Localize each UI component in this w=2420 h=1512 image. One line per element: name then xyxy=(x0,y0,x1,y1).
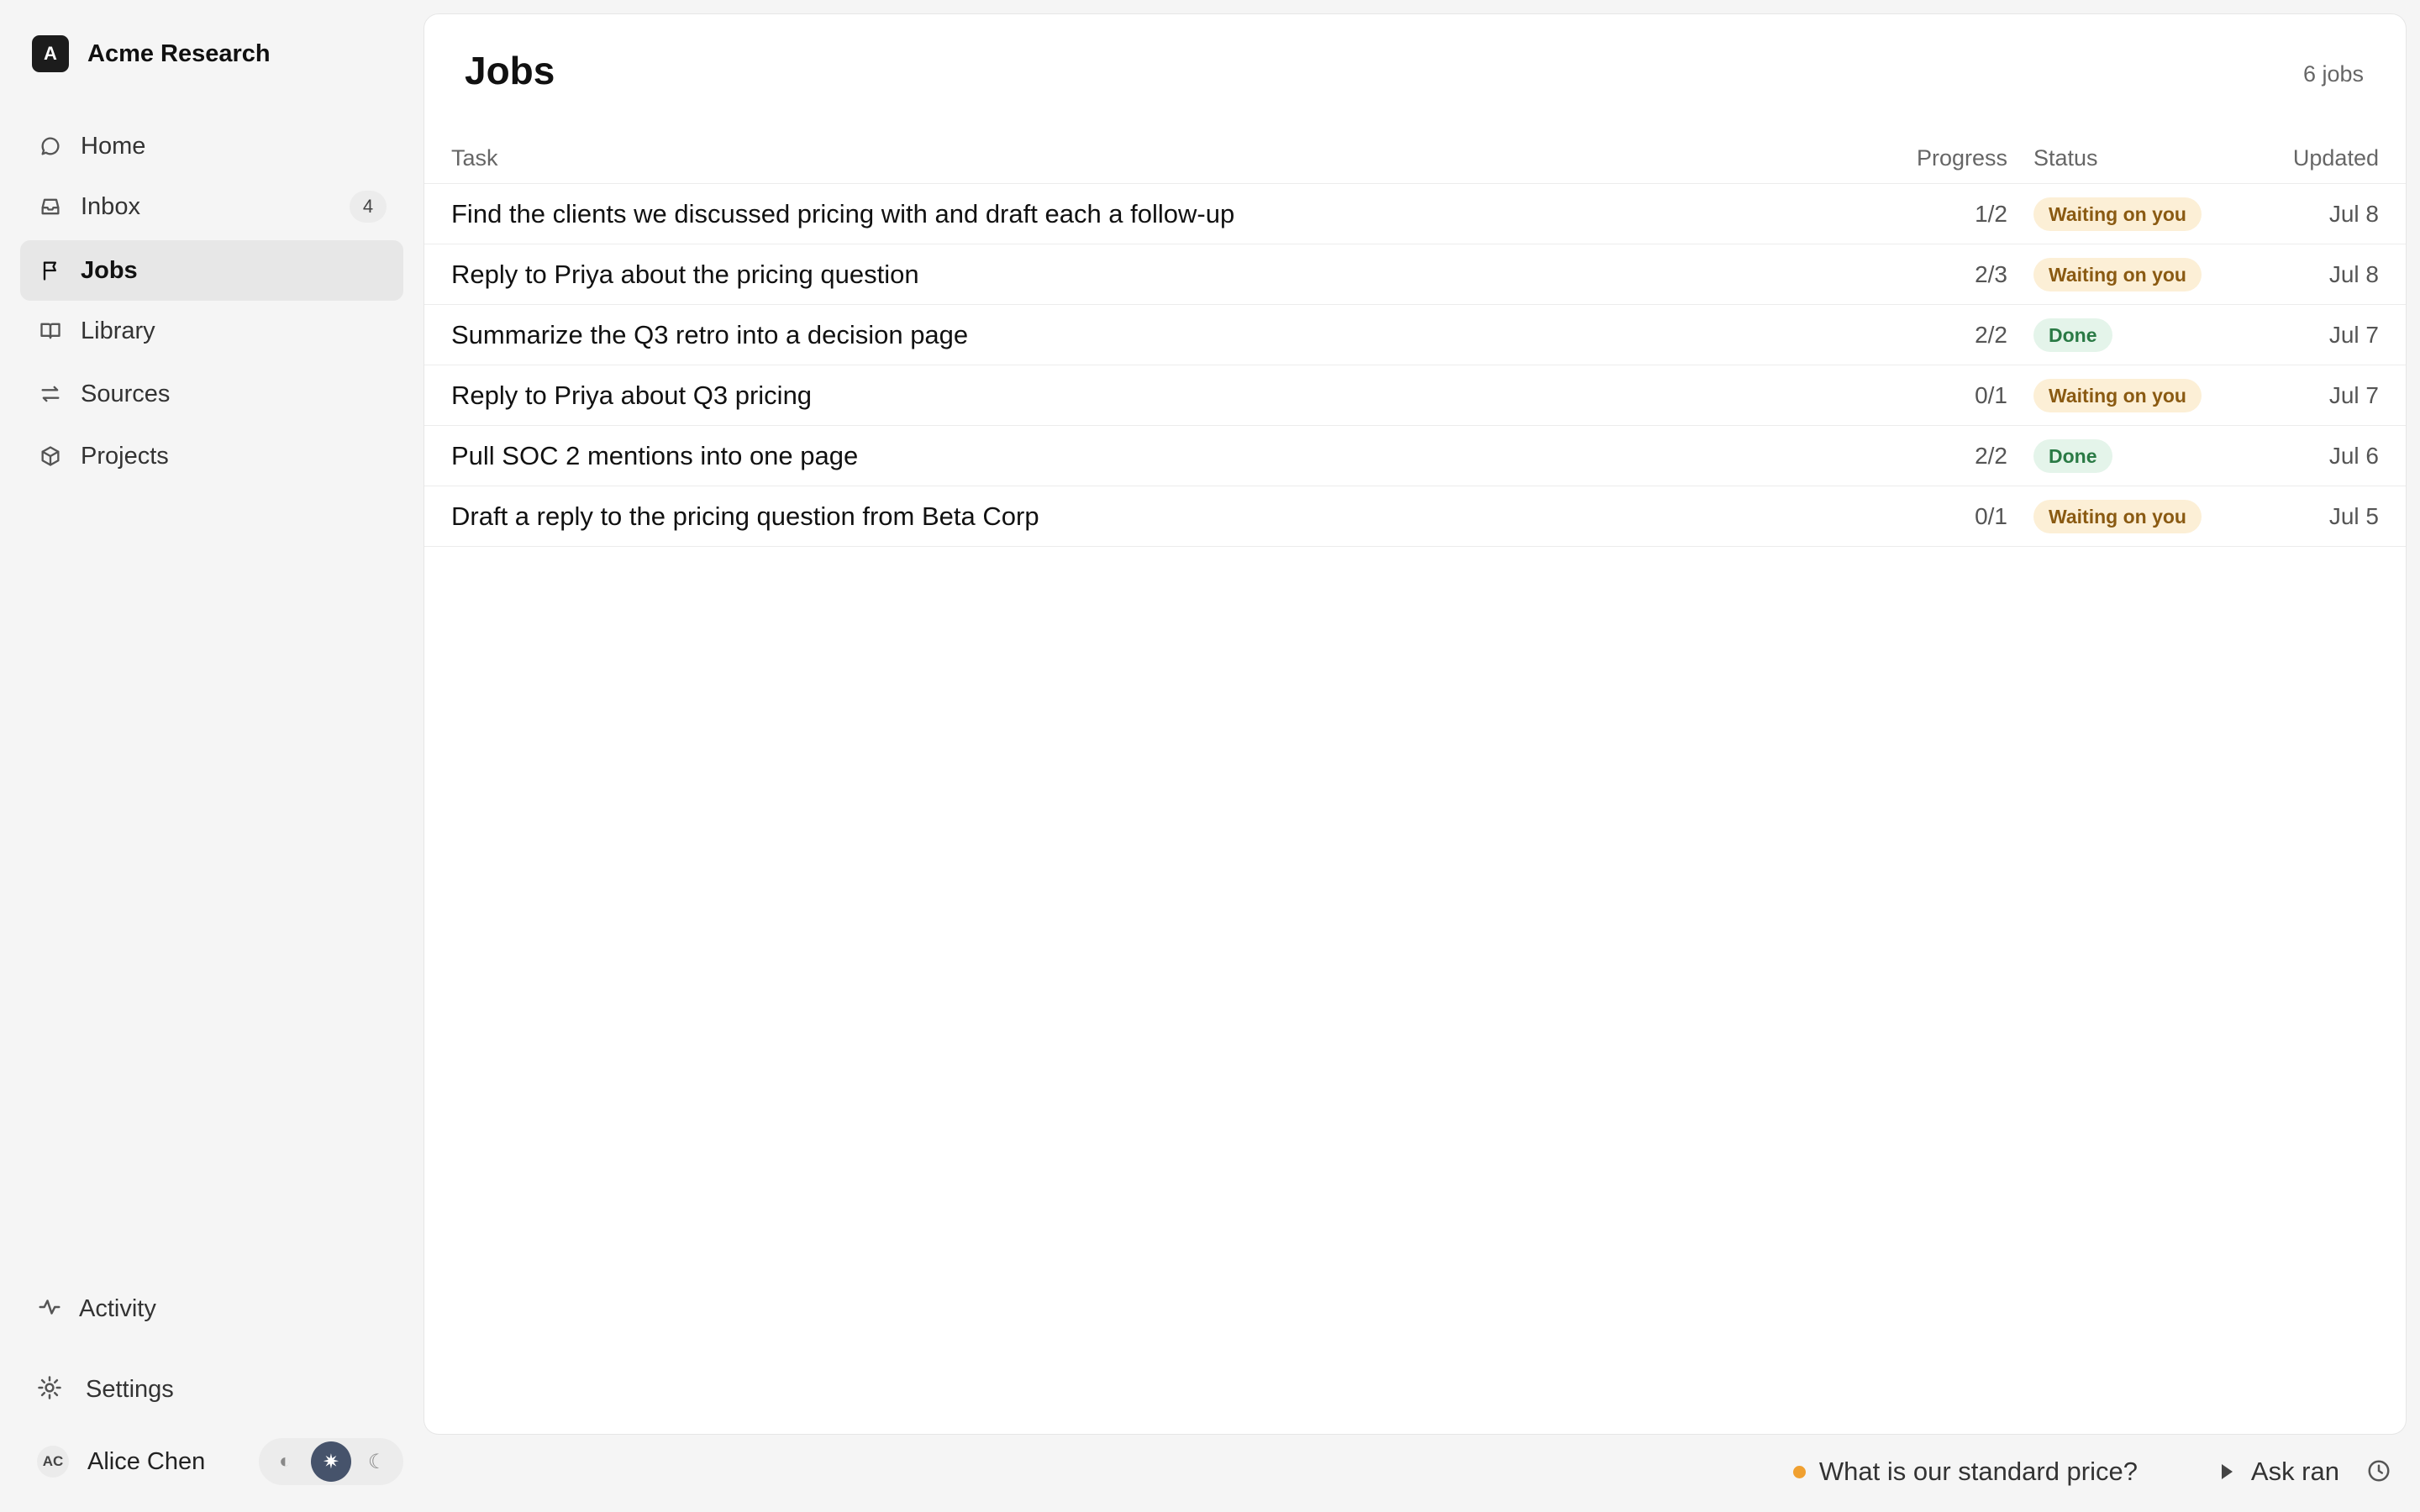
job-updated: Jul 8 xyxy=(2328,261,2379,287)
sidebar: A Acme Research Home Inbox 4 Jobs Librar… xyxy=(0,0,422,1512)
sidebar-item-label: Jobs xyxy=(81,256,138,284)
inbox-icon xyxy=(37,193,64,220)
jobs-panel: Jobs 6 jobs Task Progress Status Updated… xyxy=(424,13,2407,1435)
job-task: Pull SOC 2 mentions into one page xyxy=(451,441,859,470)
chat-bubble-icon xyxy=(37,133,64,160)
workspace-brand[interactable]: A Acme Research xyxy=(32,35,271,72)
table-row[interactable]: Summarize the Q3 retro into a decision p… xyxy=(424,305,2406,365)
column-header-updated[interactable]: Updated xyxy=(2293,145,2379,171)
job-updated: Jul 7 xyxy=(2328,382,2379,408)
contrast-icon[interactable]: ◐ xyxy=(265,1441,305,1482)
user-profile[interactable]: AC Alice Chen xyxy=(37,1438,205,1485)
ask-button-label: Ask ran xyxy=(2250,1457,2339,1486)
job-progress: 1/2 xyxy=(1975,201,2007,227)
theme-toggle: ◐ ✷ ☾ xyxy=(259,1438,403,1485)
table-header: Task Progress Status Updated xyxy=(424,129,2406,184)
status-badge: Waiting on you xyxy=(2033,379,2202,412)
column-header-progress[interactable]: Progress xyxy=(1917,145,2007,171)
sidebar-item-label: Library xyxy=(81,317,155,344)
moon-icon[interactable]: ☾ xyxy=(357,1441,397,1482)
status-badge: Waiting on you xyxy=(2033,258,2202,291)
sidebar-item-jobs[interactable]: Jobs xyxy=(20,240,403,301)
activity-pulse-icon xyxy=(37,1294,62,1324)
job-task: Find the clients we discussed pricing wi… xyxy=(451,199,1235,228)
flag-icon xyxy=(37,257,64,284)
play-icon xyxy=(2221,1464,2233,1479)
user-name: Alice Chen xyxy=(87,1447,206,1475)
sidebar-item-home[interactable]: Home xyxy=(20,116,403,176)
sidebar-item-inbox[interactable]: Inbox 4 xyxy=(20,176,403,237)
recent-query[interactable]: What is our standard price? xyxy=(1792,1457,2138,1487)
sidebar-item-sources[interactable]: Sources xyxy=(20,364,403,424)
avatar: AC xyxy=(37,1446,69,1478)
sidebar-item-activity[interactable]: Activity xyxy=(20,1282,403,1336)
status-badge: Done xyxy=(2033,318,2112,352)
job-updated: Jul 7 xyxy=(2328,322,2379,348)
inbox-count-badge: 4 xyxy=(350,191,387,223)
sidebar-item-projects[interactable]: Projects xyxy=(20,426,403,486)
sidebar-item-settings[interactable]: Settings xyxy=(20,1362,403,1416)
ask-button[interactable]: Ask ran xyxy=(2221,1457,2339,1487)
sidebar-item-label: Settings xyxy=(86,1375,174,1403)
job-task: Reply to Priya about Q3 pricing xyxy=(451,381,813,410)
history-clock-icon[interactable] xyxy=(2366,1458,2391,1488)
arrows-exchange-icon xyxy=(37,381,64,407)
sidebar-item-label: Inbox xyxy=(81,192,140,220)
workspace-name: Acme Research xyxy=(87,39,271,67)
table-row[interactable]: Pull SOC 2 mentions into one page 2/2 Done… xyxy=(424,426,2406,486)
sidebar-item-label: Home xyxy=(81,132,146,160)
column-header-status[interactable]: Status xyxy=(2033,145,2098,171)
sidebar-item-label: Projects xyxy=(81,442,169,470)
status-dot-icon xyxy=(1792,1465,1806,1478)
status-badge: Waiting on you xyxy=(2033,197,2202,231)
sidebar-item-label: Sources xyxy=(81,380,171,407)
cube-icon xyxy=(37,443,64,470)
gear-icon xyxy=(37,1375,62,1404)
status-badge: Waiting on you xyxy=(2033,500,2202,533)
table-row[interactable]: Reply to Priya about the pricing questio… xyxy=(424,244,2406,305)
job-progress: 2/2 xyxy=(1975,322,2007,348)
assistant-bar: What is our standard price? Ask ran xyxy=(424,1445,2407,1502)
job-task: Draft a reply to the pricing question fr… xyxy=(451,501,1039,531)
job-updated: Jul 6 xyxy=(2328,443,2379,469)
table-row[interactable]: Find the clients we discussed pricing wi… xyxy=(424,184,2406,244)
book-icon xyxy=(37,318,64,344)
job-progress: 0/1 xyxy=(1975,382,2007,408)
sidebar-item-library[interactable]: Library xyxy=(20,301,403,361)
job-updated: Jul 8 xyxy=(2328,201,2379,227)
column-header-task[interactable]: Task xyxy=(451,145,498,171)
job-progress: 2/2 xyxy=(1975,443,2007,469)
job-task: Reply to Priya about the pricing questio… xyxy=(451,260,919,289)
status-badge: Done xyxy=(2033,439,2112,473)
recent-query-text: What is our standard price? xyxy=(1818,1457,2138,1486)
job-progress: 0/1 xyxy=(1975,503,2007,529)
table-row[interactable]: Reply to Priya about Q3 pricing 0/1 Waitin… xyxy=(424,365,2406,426)
workspace-logo: A xyxy=(32,35,69,72)
page-title: Jobs xyxy=(465,49,555,92)
job-updated: Jul 5 xyxy=(2328,503,2379,529)
job-count: 6 jobs xyxy=(2302,61,2364,87)
sidebar-item-label: Activity xyxy=(79,1294,156,1322)
job-task: Summarize the Q3 retro into a decision p… xyxy=(451,320,969,349)
sun-icon[interactable]: ✷ xyxy=(310,1441,351,1482)
job-progress: 2/3 xyxy=(1975,261,2007,287)
table-row[interactable]: Draft a reply to the pricing question fr… xyxy=(424,486,2406,547)
